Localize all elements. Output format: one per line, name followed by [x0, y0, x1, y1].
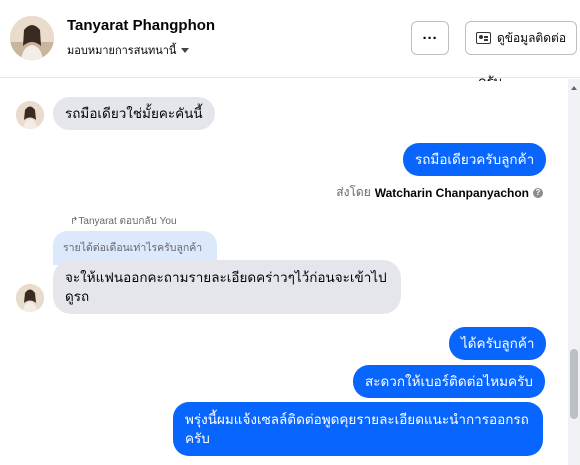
- assign-conversation-dropdown[interactable]: มอบหมายการสนทนานี้: [67, 41, 190, 59]
- message-thread: ครับ รถมือเดียวใช่มั้ยคะคันนี้ รถมือเดีย…: [0, 74, 580, 465]
- contact-avatar[interactable]: [10, 16, 54, 60]
- scrollbar-thumb[interactable]: [570, 349, 578, 419]
- sender-photo: [16, 101, 44, 129]
- outgoing-message[interactable]: พรุ่งนี้ผมแจ้งเซลล์ติดต่อพูดคุยรายละเอีย…: [173, 402, 543, 456]
- chevron-down-icon: [181, 48, 190, 53]
- outgoing-message[interactable]: รถมือเดียวครับลูกค้า: [403, 143, 547, 176]
- info-icon[interactable]: ?: [533, 187, 543, 198]
- clipped-message-text: ครับ: [478, 71, 502, 81]
- incoming-message[interactable]: รถมือเดียวใช่มั้ยคะคันนี้: [53, 97, 215, 130]
- reply-label-text: Tanyarat ตอบกลับ You: [78, 216, 177, 227]
- conversation-header: Tanyarat Phangphon มอบหมายการสนทนานี้ ··…: [0, 0, 580, 78]
- contact-name[interactable]: Tanyarat Phangphon: [67, 17, 215, 34]
- contact-card-icon: [475, 32, 491, 44]
- reply-label: ↱Tanyarat ตอบกลับ You: [70, 214, 177, 229]
- sent-by-prefix: ส่งโดย: [336, 185, 371, 199]
- outgoing-message[interactable]: สะดวกให้เบอร์ติดต่อไหมครับ: [353, 365, 545, 398]
- sent-by-info: ส่งโดย Watcharin Chanpanyachon ?: [336, 183, 543, 202]
- more-options-button[interactable]: ···: [411, 21, 449, 55]
- sent-by-name[interactable]: Watcharin Chanpanyachon: [375, 186, 529, 200]
- view-contact-info-label: ดูข้อมูลติดต่อ: [496, 30, 567, 45]
- scroll-up-arrow-icon[interactable]: [571, 86, 577, 90]
- scrollbar[interactable]: [568, 79, 580, 465]
- sender-avatar[interactable]: [16, 284, 44, 312]
- sender-photo: [16, 284, 44, 312]
- sender-avatar[interactable]: [16, 101, 44, 129]
- view-contact-info-button[interactable]: ดูข้อมูลติดต่อ: [465, 21, 577, 55]
- assign-label: มอบหมายการสนทนานี้: [67, 45, 177, 57]
- chat-window: Tanyarat Phangphon มอบหมายการสนทนานี้ ··…: [0, 0, 580, 465]
- more-icon: ···: [422, 29, 438, 47]
- incoming-message[interactable]: จะให้แฟนออกคะถามรายละเอียดคร่าวๆไว้ก่อนจ…: [53, 260, 401, 314]
- outgoing-message[interactable]: ได้ครับลูกค้า: [449, 327, 547, 360]
- contact-photo: [10, 16, 54, 60]
